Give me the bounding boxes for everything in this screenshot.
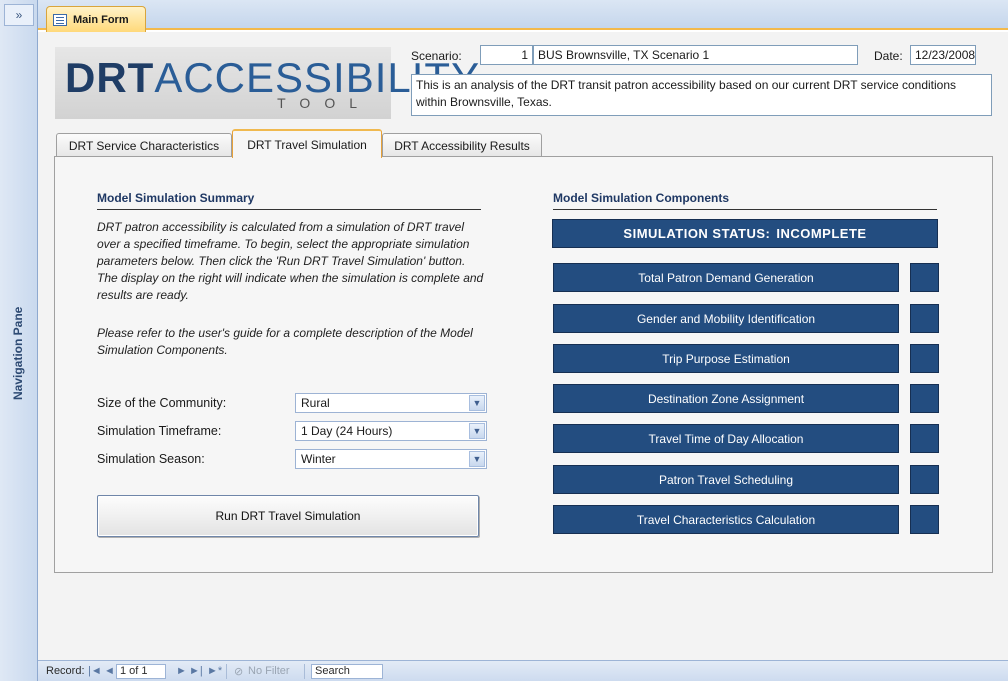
components-divider xyxy=(553,209,937,210)
travel-simulation-panel: Model Simulation Summary DRT patron acce… xyxy=(54,156,993,573)
component-patron-travel-scheduling[interactable]: Patron Travel Scheduling xyxy=(553,465,899,494)
scenario-description-field[interactable]: This is an analysis of the DRT transit p… xyxy=(411,74,992,116)
expand-nav-pane-button[interactable]: » xyxy=(4,4,34,26)
date-label: Date: xyxy=(874,49,903,63)
component-trip-purpose-estimation[interactable]: Trip Purpose Estimation xyxy=(553,344,899,373)
season-label: Simulation Season: xyxy=(97,452,205,466)
guide-reference-paragraph: Please refer to the user's guide for a c… xyxy=(97,326,473,357)
form-icon xyxy=(53,13,67,26)
component-indicator xyxy=(910,263,939,292)
status-prefix: SIMULATION STATUS: xyxy=(623,226,771,241)
last-record-icon[interactable]: ►| xyxy=(189,665,203,677)
record-navigation-bar: Record: |◄ ◄ 1 of 1 ► ►| ►* ⊘ No Filter … xyxy=(38,660,1008,681)
divider xyxy=(226,664,227,679)
summary-title: Model Simulation Summary xyxy=(97,191,255,205)
chevron-down-icon[interactable]: ▼ xyxy=(469,423,485,439)
chevron-down-icon[interactable]: ▼ xyxy=(469,395,485,411)
divider xyxy=(304,664,305,679)
community-size-value: Rural xyxy=(301,396,330,410)
season-value: Winter xyxy=(301,452,336,466)
component-indicator xyxy=(910,304,939,333)
component-indicator xyxy=(910,344,939,373)
record-label: Record: xyxy=(46,665,85,677)
timeframe-select[interactable]: 1 Day (24 Hours) ▼ xyxy=(295,421,487,441)
document-tab-strip: Main Form xyxy=(38,0,1008,32)
component-indicator xyxy=(910,465,939,494)
scenario-name-field[interactable]: BUS Brownsville, TX Scenario 1 xyxy=(533,45,858,65)
component-indicator xyxy=(910,505,939,534)
logo-tool-text: TOOL xyxy=(277,95,371,111)
new-record-icon[interactable]: ►* xyxy=(207,665,222,677)
community-size-select[interactable]: Rural ▼ xyxy=(295,393,487,413)
component-total-patron-demand-generation[interactable]: Total Patron Demand Generation xyxy=(553,263,899,292)
timeframe-value: 1 Day (24 Hours) xyxy=(301,424,393,438)
next-record-icon[interactable]: ► xyxy=(176,665,187,677)
components-title: Model Simulation Components xyxy=(553,191,729,205)
tab-drt-service-characteristics[interactable]: DRT Service Characteristics xyxy=(56,133,232,157)
drt-accessibility-logo: DRTACCESSIBILITY TOOL xyxy=(55,47,479,119)
scenario-number-field[interactable]: 1 xyxy=(480,45,533,65)
no-filter-label[interactable]: No Filter xyxy=(248,665,290,677)
component-travel-time-of-day-allocation[interactable]: Travel Time of Day Allocation xyxy=(553,424,899,453)
navigation-pane-label[interactable]: Navigation Pane xyxy=(11,307,25,400)
filter-icon[interactable]: ⊘ xyxy=(234,665,243,678)
season-select[interactable]: Winter ▼ xyxy=(295,449,487,469)
scenario-label: Scenario: xyxy=(411,49,462,63)
record-position-input[interactable]: 1 of 1 xyxy=(116,664,166,679)
main-form: DRTACCESSIBILITY TOOL Scenario: 1 BUS Br… xyxy=(38,32,1008,660)
tab-drt-travel-simulation[interactable]: DRT Travel Simulation xyxy=(232,129,382,158)
date-field[interactable]: 12/23/2008 xyxy=(910,45,976,65)
summary-divider xyxy=(97,209,481,210)
chevron-down-icon[interactable]: ▼ xyxy=(469,451,485,467)
summary-paragraph: DRT patron accessibility is calculated f… xyxy=(97,220,484,302)
community-size-label: Size of the Community: xyxy=(97,396,227,410)
previous-record-icon[interactable]: ◄ xyxy=(104,665,115,677)
navigation-pane[interactable]: » Navigation Pane xyxy=(0,0,38,681)
logo-drt-text: DRT xyxy=(65,54,155,101)
component-gender-mobility-identification[interactable]: Gender and Mobility Identification xyxy=(553,304,899,333)
tab-drt-accessibility-results[interactable]: DRT Accessibility Results xyxy=(382,133,542,157)
simulation-status-bar: SIMULATION STATUS: INCOMPLETE xyxy=(552,219,938,248)
timeframe-label: Simulation Timeframe: xyxy=(97,424,222,438)
status-value: INCOMPLETE xyxy=(776,226,867,241)
component-travel-characteristics-calculation[interactable]: Travel Characteristics Calculation xyxy=(553,505,899,534)
main-form-tab-label: Main Form xyxy=(73,13,129,26)
component-indicator xyxy=(910,384,939,413)
run-simulation-button[interactable]: Run DRT Travel Simulation xyxy=(97,495,479,537)
search-input[interactable]: Search xyxy=(311,664,383,679)
component-indicator xyxy=(910,424,939,453)
component-destination-zone-assignment[interactable]: Destination Zone Assignment xyxy=(553,384,899,413)
first-record-icon[interactable]: |◄ xyxy=(88,665,102,677)
main-form-tab[interactable]: Main Form xyxy=(46,6,146,32)
